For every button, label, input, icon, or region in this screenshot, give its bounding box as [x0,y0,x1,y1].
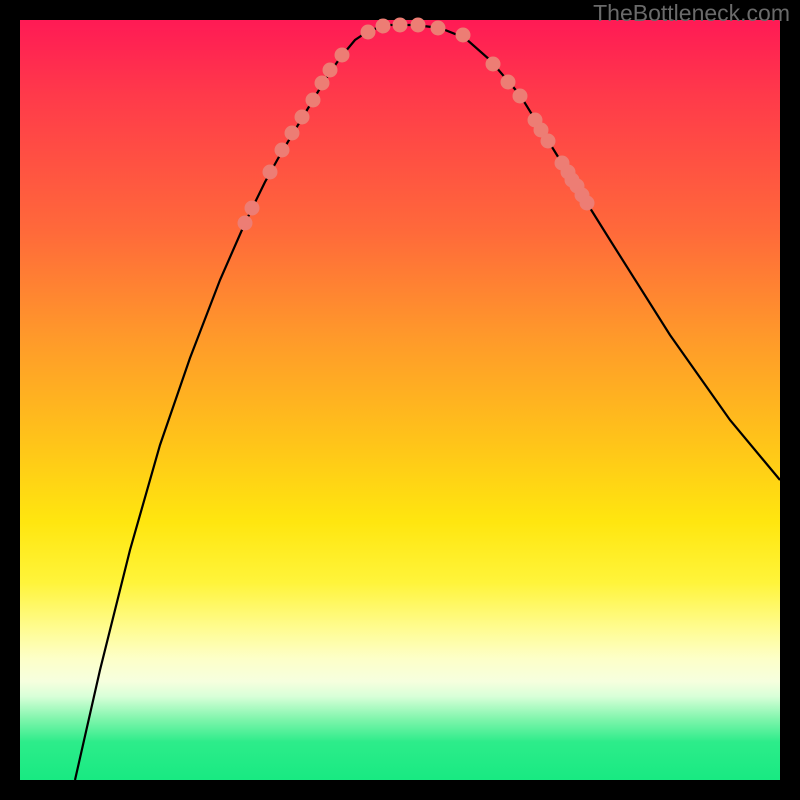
curve-marker [411,18,426,33]
chart-svg [20,20,780,780]
outer-frame: TheBottleneck.com [0,0,800,800]
curve-marker [541,134,556,149]
curve-marker [245,201,260,216]
curve-marker [486,57,501,72]
curve-marker [323,63,338,78]
bottleneck-curve [75,25,780,780]
curve-marker [580,196,595,211]
curve-marker [431,21,446,36]
curve-marker [275,143,290,158]
plot-area [20,20,780,780]
curve-marker [376,19,391,34]
curve-marker [361,25,376,40]
watermark-text: TheBottleneck.com [593,0,790,27]
curve-marker [263,165,278,180]
curve-marker [393,18,408,33]
curve-marker [295,110,310,125]
curve-marker [501,75,516,90]
curve-markers [238,18,595,231]
curve-marker [456,28,471,43]
curve-marker [238,216,253,231]
curve-marker [513,89,528,104]
curve-marker [335,48,350,63]
curve-marker [306,93,321,108]
curve-marker [285,126,300,141]
curve-marker [315,76,330,91]
